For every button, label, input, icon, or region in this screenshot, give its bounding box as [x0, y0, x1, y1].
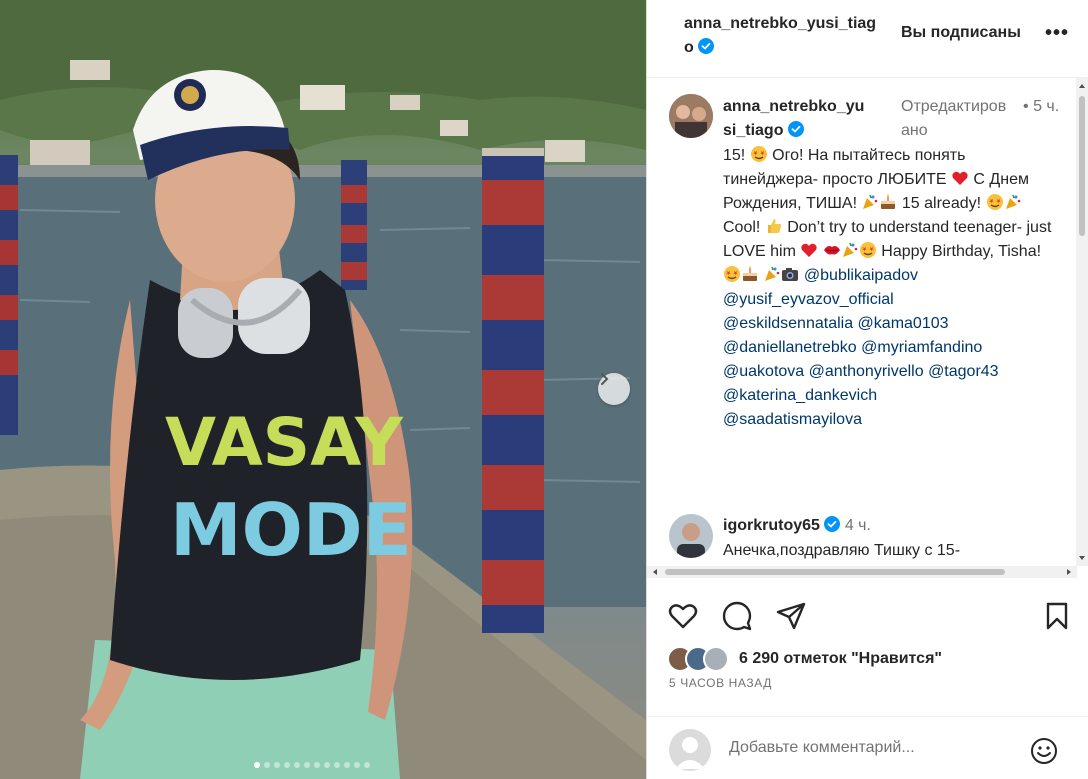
mention-link[interactable]: @tagor43 — [928, 363, 999, 380]
caption-username-wrap[interactable]: anna_netrebko_yusi_tiago — [723, 95, 873, 143]
chevron-right-icon — [601, 373, 609, 385]
carousel-dots — [254, 762, 370, 768]
star-eyes-emoji-icon — [750, 145, 768, 163]
follow-status-button[interactable]: Вы подписаны — [901, 24, 1021, 42]
star-eyes-emoji-icon — [723, 265, 741, 283]
add-comment-bar — [647, 716, 1088, 779]
scroll-up-arrow-icon[interactable] — [1076, 80, 1088, 92]
vertical-scrollbar[interactable] — [1076, 78, 1088, 566]
caption-time-text: 5 ч. — [1033, 98, 1060, 115]
likes-count[interactable]: 6 290 отметок "Нравится" — [739, 650, 942, 668]
carousel-dot — [354, 762, 360, 768]
current-user-avatar — [669, 729, 711, 771]
verified-badge-icon — [824, 516, 841, 532]
post-side-panel: anna_netrebko_yusi_tiago Вы подписаны ••… — [646, 0, 1088, 779]
svg-text:VASAY: VASAY — [165, 404, 404, 481]
mention-link[interactable]: @uakotova — [723, 363, 804, 380]
post-age: 5 ЧАСОВ НАЗАД — [669, 676, 772, 690]
vertical-scroll-thumb[interactable] — [1079, 96, 1085, 236]
mention-link[interactable]: @anthonyrivello — [809, 363, 924, 380]
edited-label: Отредактировано — [901, 98, 1007, 139]
mention-link[interactable]: @myriamfandino — [861, 339, 982, 356]
post-header: anna_netrebko_yusi_tiago Вы подписаны ••… — [647, 0, 1088, 78]
verified-badge-icon — [787, 121, 804, 137]
comment-header: igorkrutoy65 4 ч. — [723, 515, 871, 537]
comments-list: anna_netrebko_yusi_tiago Отредактировано… — [647, 78, 1077, 566]
mention-link[interactable]: @kama0103 — [858, 315, 949, 332]
caption-time: • 5 ч. — [1023, 95, 1073, 119]
carousel-dot — [314, 762, 320, 768]
comment-input[interactable] — [729, 739, 969, 757]
carousel-dot — [324, 762, 330, 768]
star-eyes-emoji-icon — [859, 241, 877, 259]
liker-avatar — [703, 646, 729, 672]
mention-link[interactable]: @yusif_eyvazov_official — [723, 291, 894, 308]
mention-link[interactable]: @bublikaipadov — [804, 267, 918, 284]
user-placeholder-icon — [669, 729, 711, 771]
mention-link[interactable]: @saadatismayilova — [723, 411, 862, 428]
heart-emoji-icon — [800, 241, 818, 259]
carousel-dot — [274, 762, 280, 768]
smile-icon[interactable] — [1029, 736, 1059, 766]
more-options-icon[interactable]: ••• — [1045, 22, 1069, 45]
heart-icon[interactable] — [667, 600, 699, 632]
carousel-dot — [344, 762, 350, 768]
party-popper-emoji-icon — [861, 193, 879, 211]
carousel-dot — [334, 762, 340, 768]
header-username-wrap[interactable]: anna_netrebko_yusi_tiago — [684, 12, 884, 60]
cake-emoji-icon — [741, 265, 759, 283]
post-photo: VASAY MODE — [0, 0, 646, 779]
kiss-lips-emoji-icon — [823, 241, 841, 259]
comment-time: 4 ч. — [844, 517, 871, 534]
star-eyes-emoji-icon — [986, 193, 1004, 211]
avatar-image — [669, 514, 713, 558]
share-icon[interactable] — [775, 600, 807, 632]
verified-badge-icon — [698, 38, 715, 54]
scroll-left-arrow-icon[interactable] — [649, 566, 661, 578]
likers-avatars — [667, 646, 737, 672]
horizontal-scrollbar[interactable] — [647, 566, 1077, 578]
caption-part: Happy Birthday, Tisha! — [876, 243, 1042, 260]
carousel-dot — [294, 762, 300, 768]
party-popper-emoji-icon — [763, 265, 781, 283]
comment-text: Анечка,поздравляю Тишку с 15- — [723, 542, 961, 559]
scroll-right-arrow-icon[interactable] — [1063, 566, 1075, 578]
action-bar — [647, 590, 1088, 632]
party-popper-emoji-icon — [841, 241, 859, 259]
thumbs-up-emoji-icon — [765, 217, 783, 235]
carousel-dot — [254, 762, 260, 768]
comment-avatar[interactable] — [669, 514, 713, 558]
bookmark-icon[interactable] — [1041, 600, 1073, 632]
caption-part: Cool! — [723, 219, 765, 236]
svg-text:MODE: MODE — [170, 488, 412, 572]
caption-part: 15! — [723, 147, 750, 164]
camera-emoji-icon — [781, 265, 799, 283]
carousel-dot — [284, 762, 290, 768]
carousel-dot — [304, 762, 310, 768]
carousel-dot — [264, 762, 270, 768]
scroll-down-arrow-icon[interactable] — [1076, 552, 1088, 564]
caption-part: 15 already! — [897, 195, 986, 212]
comment-icon[interactable] — [721, 600, 753, 632]
comment-username[interactable]: igorkrutoy65 — [723, 517, 820, 534]
separator-dot: • — [1023, 98, 1029, 115]
caption-text: 15! Ого! На пытайтесь понять тинейджера-… — [723, 144, 1059, 432]
heart-emoji-icon — [951, 169, 969, 187]
mention-link[interactable]: @katerina_dankevich — [723, 387, 877, 404]
horizontal-scroll-thumb[interactable] — [665, 569, 1005, 575]
cake-emoji-icon — [879, 193, 897, 211]
likes-row[interactable]: 6 290 отметок "Нравится" — [667, 646, 942, 672]
caption-avatar[interactable] — [669, 94, 713, 138]
carousel-dot — [364, 762, 370, 768]
mention-link[interactable]: @eskildsennatalia — [723, 315, 853, 332]
mention-link[interactable]: @daniellanetrebko — [723, 339, 857, 356]
party-popper-emoji-icon — [1004, 193, 1022, 211]
avatar-image — [669, 94, 713, 138]
photo-illustration: VASAY MODE — [0, 0, 646, 779]
next-photo-button[interactable] — [598, 373, 630, 405]
